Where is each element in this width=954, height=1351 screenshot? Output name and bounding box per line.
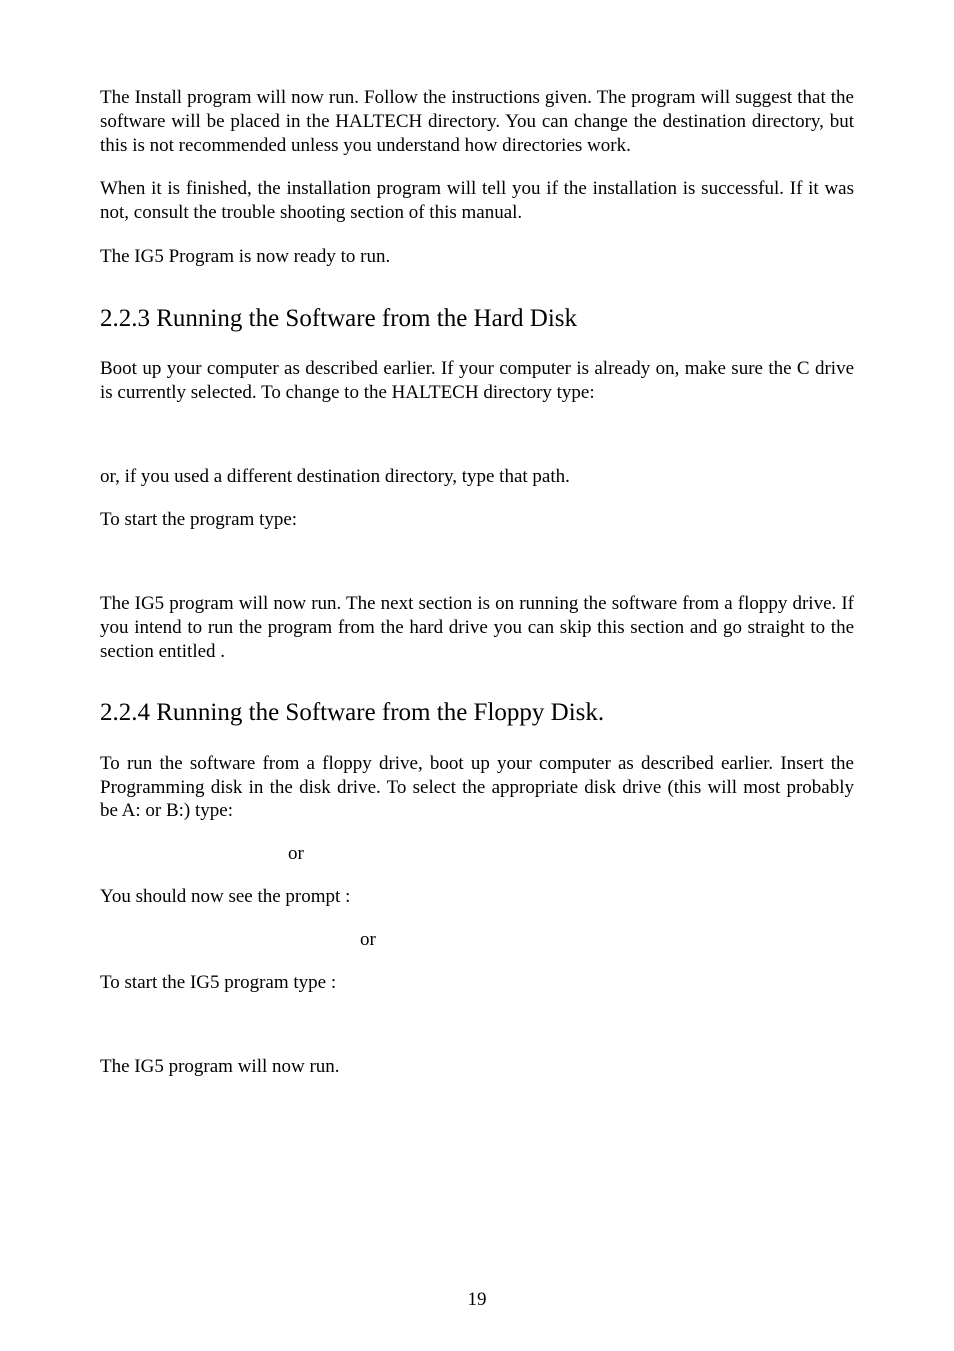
paragraph-boot-hard: Boot up your computer as described earli… [100,357,854,405]
spacer [100,289,854,303]
paragraph-ig5-run-floppy-skip: The IG5 program will now run. The next s… [100,592,854,663]
paragraph-install-run: The Install program will now run. Follow… [100,86,854,157]
paragraph-start-ig5: To start the IG5 program type : [100,971,854,995]
paragraph-see-prompt: You should now see the prompt : [100,885,854,909]
page-number: 19 [0,1289,954,1311]
paragraph-ig5-now-run: The IG5 program will now run. [100,1055,854,1079]
text-or-2: or [100,929,854,951]
paragraph-start-program: To start the program type: [100,508,854,532]
spacer [100,425,854,465]
spacer [100,683,854,697]
spacer [100,1015,854,1055]
document-page: The Install program will now run. Follow… [0,0,954,1351]
paragraph-ig5-ready: The IG5 Program is now ready to run. [100,245,854,269]
paragraph-diff-destination: or, if you used a different destination … [100,465,854,489]
heading-run-floppy-disk: 2.2.4 Running the Software from the Flop… [100,697,854,730]
spacer [100,552,854,592]
heading-run-hard-disk: 2.2.3 Running the Software from the Hard… [100,303,854,336]
paragraph-boot-floppy: To run the software from a floppy drive,… [100,752,854,823]
text-or-1: or [100,843,854,865]
paragraph-install-finish: When it is finished, the installation pr… [100,177,854,225]
